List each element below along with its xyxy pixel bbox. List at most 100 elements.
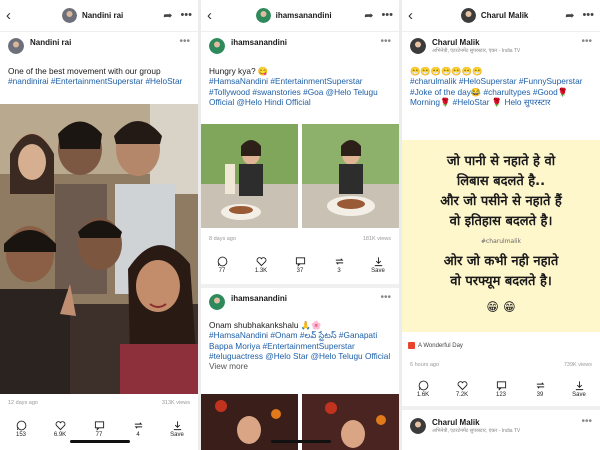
avatar[interactable] <box>410 418 426 434</box>
avatar[interactable] <box>255 8 271 23</box>
repost-button[interactable]: 4 <box>121 420 155 438</box>
repost-count: 3 <box>337 268 341 274</box>
back-arrow-icon[interactable]: ‹ <box>408 7 424 24</box>
view-more-link[interactable]: View more <box>209 361 248 371</box>
whatsapp-count: 153 <box>15 432 26 438</box>
avatar[interactable] <box>410 38 426 54</box>
comment-icon <box>94 421 104 431</box>
whatsapp-share-button[interactable]: 77 <box>205 256 239 274</box>
quote-line: और जो पसीने से नहाते हैं <box>440 194 562 209</box>
more-icon[interactable]: ••• <box>581 417 592 427</box>
quote-line: जो पानी से नहाते हे वो <box>446 154 556 169</box>
post-meta: 6 hours ago 739K views <box>410 362 592 368</box>
caption-hashtags[interactable]: #HamsaNandini #EntertainmentSuperstar #T… <box>209 76 378 107</box>
back-arrow-icon[interactable]: ‹ <box>6 7 22 24</box>
author-name[interactable]: Nandini rai <box>30 38 71 47</box>
comment-button[interactable]: 77 <box>82 420 116 438</box>
repost-count: 39 <box>536 392 544 398</box>
post-header: Charul Malik अभिनेत्री, एंटरटेनमेंट सुपर… <box>410 37 592 54</box>
caption-text: Onam shubhakankshalu 🙏🌸 <box>209 320 322 330</box>
repost-icon <box>335 258 343 265</box>
comment-button[interactable]: 123 <box>484 380 518 398</box>
more-icon[interactable]: ••• <box>380 37 391 47</box>
like-count: 7.2K <box>455 392 469 398</box>
post-caption: Hungry kya? 😋 #HamsaNandini #Entertainme… <box>209 66 393 107</box>
feed-panel-hamsanandini: ‹ ihamsanandini ➦ ••• ihamsanandini ••• … <box>201 0 399 450</box>
author-subtitle: अभिनेत्री, एंटरटेनमेंट सुपरस्टार, एंकर -… <box>432 428 521 434</box>
heart-icon <box>55 421 65 431</box>
food-photos[interactable] <box>201 124 399 228</box>
avatar[interactable] <box>8 38 24 54</box>
like-button[interactable]: 7.2K <box>445 380 479 398</box>
back-arrow-icon[interactable]: ‹ <box>207 7 223 24</box>
author-name[interactable]: Charul Malik <box>432 418 520 427</box>
group-selfie-photo[interactable] <box>0 104 198 394</box>
feed-panel-nandini: ‹ Nandini rai ➦ ••• Nandini rai ••• One … <box>0 0 198 450</box>
whatsapp-icon <box>16 420 26 431</box>
save-button[interactable]: Save <box>562 380 596 398</box>
comment-icon <box>295 257 305 267</box>
action-bar: 153 6.9K 77 4 Save <box>4 420 194 438</box>
avatar[interactable] <box>209 38 225 54</box>
save-button[interactable]: Save <box>361 256 395 274</box>
post-views: 739K views <box>563 362 592 368</box>
share-arrow-icon[interactable]: ➦ <box>364 9 373 22</box>
more-icon[interactable]: ••• <box>581 37 592 47</box>
caption-text: One of the best movement with our group <box>8 66 161 76</box>
share-arrow-icon[interactable]: ➦ <box>565 9 574 22</box>
post-header: Charul Malik अभिनेत्री, एंटरटेनमेंट सुपर… <box>410 417 592 434</box>
repost-icon <box>536 382 544 389</box>
post-header: ihamsanandini ••• <box>209 293 391 310</box>
post-caption: 😁😁😁😁😁😁😁 #charulmalik #HeloSuperstar #Fun… <box>410 66 594 107</box>
quote-watermark: #charulmalik <box>480 238 522 245</box>
more-icon[interactable]: ••• <box>582 9 594 22</box>
whatsapp-count: 1.6K <box>416 392 430 398</box>
whatsapp-count: 77 <box>218 268 226 274</box>
save-label: Save <box>572 392 586 398</box>
post-meta: 8 days ago 181K views <box>209 236 391 242</box>
author-name[interactable]: Charul Malik <box>432 38 520 47</box>
whatsapp-share-button[interactable]: 1.6K <box>406 380 440 398</box>
post-separator <box>201 284 399 288</box>
like-count: 1.3K <box>254 268 268 274</box>
share-arrow-icon[interactable]: ➦ <box>163 9 172 22</box>
quote-line: वो इतिहास बदलते है। <box>449 214 553 229</box>
joke-quote-image[interactable]: जो पानी से नहाते हे वो लिबास बदलते है.. … <box>402 140 600 332</box>
more-icon[interactable]: ••• <box>179 37 190 47</box>
avatar[interactable] <box>61 8 77 23</box>
music-chip[interactable]: A Wonderful Day <box>408 342 463 349</box>
caption-hashtags[interactable]: #HamsaNandini #Onam #లవ్ స్టేటస్ #Ganapa… <box>209 330 390 361</box>
download-icon <box>374 257 382 267</box>
post-header: ihamsanandini ••• <box>209 37 391 54</box>
author-name[interactable]: ihamsanandini <box>231 38 287 47</box>
avatar[interactable] <box>209 294 225 310</box>
top-bar: ‹ Nandini rai ➦ ••• <box>0 0 198 32</box>
whatsapp-share-button[interactable]: 153 <box>4 420 38 438</box>
comment-count: 123 <box>495 392 506 398</box>
save-label: Save <box>371 268 385 274</box>
author-name[interactable]: ihamsanandini <box>231 294 287 303</box>
save-button[interactable]: Save <box>160 420 194 438</box>
download-icon <box>575 381 583 391</box>
repost-button[interactable]: 3 <box>322 256 356 274</box>
caption-hashtags[interactable]: #charulmalik #HeloSuperstar #FunnySupers… <box>410 76 582 107</box>
download-icon <box>173 421 181 431</box>
avatar[interactable] <box>460 8 476 23</box>
post-time: 6 hours ago <box>410 362 440 368</box>
like-button[interactable]: 6.9K <box>43 420 77 438</box>
whatsapp-icon <box>217 256 227 267</box>
comment-icon <box>496 381 506 391</box>
more-icon[interactable]: ••• <box>180 9 192 22</box>
caption-text: Hungry kya? 😋 <box>209 66 269 76</box>
like-button[interactable]: 1.3K <box>244 256 278 274</box>
caption-hashtags[interactable]: #nandinirai #EntertainmentSuperstar #Hel… <box>8 76 182 86</box>
music-note-icon <box>408 342 415 349</box>
more-icon[interactable]: ••• <box>381 9 393 22</box>
more-icon[interactable]: ••• <box>380 293 391 303</box>
comment-count: 77 <box>95 432 103 438</box>
repost-button[interactable]: 39 <box>523 380 557 398</box>
action-bar: 77 1.3K 37 3 Save <box>205 256 395 274</box>
top-title: Nandini rai <box>81 11 124 20</box>
comment-button[interactable]: 37 <box>283 256 317 274</box>
quote-line: लिबास बदलते है.. <box>456 174 546 189</box>
